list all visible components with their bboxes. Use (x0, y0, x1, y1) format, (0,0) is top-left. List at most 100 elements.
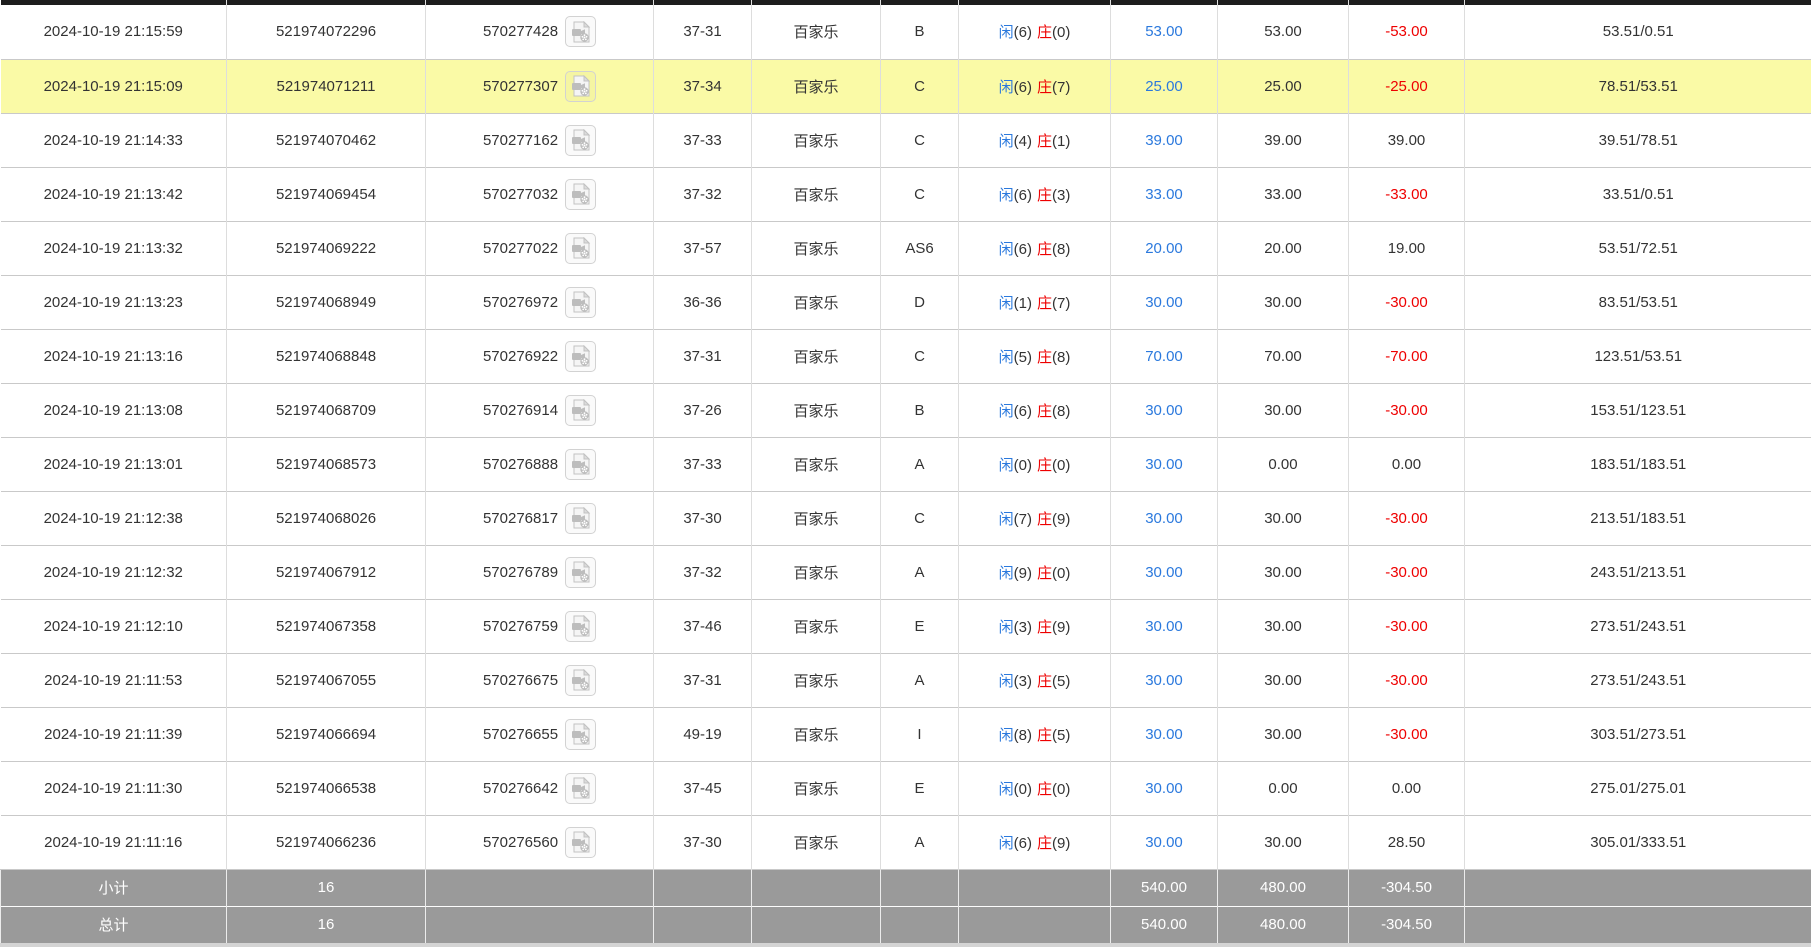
video-replay-button[interactable] (565, 233, 596, 264)
video-file-icon (571, 345, 591, 367)
video-replay-button[interactable] (565, 773, 596, 804)
valid-amount-cell: 30.00 (1218, 815, 1349, 869)
video-replay-button[interactable] (565, 665, 596, 696)
balance-cell: 275.01/275.01 (1465, 761, 1811, 815)
player-label: 闲 (999, 349, 1014, 366)
video-replay-button[interactable] (565, 287, 596, 318)
bet-amount-cell[interactable]: 25.00 (1111, 59, 1218, 113)
bet-amount-cell[interactable]: 30.00 (1111, 599, 1218, 653)
bet-amount-cell[interactable]: 30.00 (1111, 275, 1218, 329)
bet-id-cell: 521974066538 (227, 761, 426, 815)
table-code-cell: AS6 (881, 221, 959, 275)
table-code-cell: I (881, 707, 959, 761)
total-winloss-cell: -304.50 (1349, 906, 1465, 943)
video-replay-button[interactable] (565, 719, 596, 750)
video-replay-button[interactable] (565, 395, 596, 426)
subtotal-valid-cell: 480.00 (1218, 869, 1349, 906)
result-cell: 闲(6)庄(8) (959, 221, 1111, 275)
bet-amount-cell[interactable]: 30.00 (1111, 815, 1218, 869)
table-row[interactable]: 2024-10-19 21:13:32521974069222570277022… (1, 221, 1811, 275)
result-cell: 闲(7)庄(9) (959, 491, 1111, 545)
bet-amount-cell[interactable]: 30.00 (1111, 383, 1218, 437)
table-row[interactable]: 2024-10-19 21:15:09521974071211570277307… (1, 59, 1811, 113)
subtotal-empty-cell (654, 869, 752, 906)
game-number-wrap: 570276675 (483, 665, 596, 696)
table-row[interactable]: 2024-10-19 21:13:08521974068709570276914… (1, 383, 1811, 437)
banker-count: (8) (1052, 241, 1070, 258)
video-replay-button[interactable] (565, 611, 596, 642)
player-label: 闲 (999, 24, 1014, 41)
result-cell: 闲(0)庄(0) (959, 761, 1111, 815)
table-row[interactable]: 2024-10-19 21:11:16521974066236570276560… (1, 815, 1811, 869)
player-label: 闲 (999, 673, 1014, 690)
player-count: (0) (1014, 457, 1032, 474)
video-replay-button[interactable] (565, 341, 596, 372)
bet-amount-cell[interactable]: 30.00 (1111, 761, 1218, 815)
game-number-cell: 570276972 (426, 275, 654, 329)
player-label: 闲 (999, 565, 1014, 582)
player-count: (4) (1014, 133, 1032, 150)
banker-label: 庄 (1037, 835, 1052, 852)
banker-count: (1) (1052, 133, 1070, 150)
game-number-wrap: 570276817 (483, 503, 596, 534)
video-file-icon (571, 75, 591, 97)
bet-id-cell: 521974066694 (227, 707, 426, 761)
player-count: (3) (1014, 619, 1032, 636)
player-label: 闲 (999, 781, 1014, 798)
table-row[interactable]: 2024-10-19 21:12:32521974067912570276789… (1, 545, 1811, 599)
video-file-icon (571, 183, 591, 205)
bet-amount-cell[interactable]: 30.00 (1111, 491, 1218, 545)
table-row[interactable]: 2024-10-19 21:12:10521974067358570276759… (1, 599, 1811, 653)
valid-amount-cell: 25.00 (1218, 59, 1349, 113)
video-file-icon (571, 129, 591, 151)
table-row[interactable]: 2024-10-19 21:11:30521974066538570276642… (1, 761, 1811, 815)
video-replay-button[interactable] (565, 449, 596, 480)
bet-amount-cell[interactable]: 70.00 (1111, 329, 1218, 383)
shoe-round-cell: 37-30 (654, 815, 752, 869)
table-row[interactable]: 2024-10-19 21:12:38521974068026570276817… (1, 491, 1811, 545)
game-type-cell: 百家乐 (752, 761, 881, 815)
table-row[interactable]: 2024-10-19 21:14:33521974070462570277162… (1, 113, 1811, 167)
table-row[interactable]: 2024-10-19 21:13:01521974068573570276888… (1, 437, 1811, 491)
banker-label: 庄 (1037, 295, 1052, 312)
bet-id-cell: 521974067358 (227, 599, 426, 653)
bet-amount-cell[interactable]: 53.00 (1111, 5, 1218, 59)
player-label: 闲 (999, 727, 1014, 744)
game-number-wrap: 570277162 (483, 125, 596, 156)
player-count: (9) (1014, 565, 1032, 582)
table-row[interactable]: 2024-10-19 21:11:39521974066694570276655… (1, 707, 1811, 761)
table-row[interactable]: 2024-10-19 21:15:59521974072296570277428… (1, 5, 1811, 59)
video-replay-button[interactable] (565, 16, 596, 47)
bet-amount-cell[interactable]: 30.00 (1111, 437, 1218, 491)
shoe-round-cell: 37-34 (654, 59, 752, 113)
bet-id-cell: 521974067912 (227, 545, 426, 599)
total-count-cell: 16 (227, 906, 426, 943)
player-count: (6) (1014, 835, 1032, 852)
video-replay-button[interactable] (565, 179, 596, 210)
player-label: 闲 (999, 511, 1014, 528)
subtotal-empty-cell (881, 869, 959, 906)
bet-amount-cell[interactable]: 20.00 (1111, 221, 1218, 275)
bet-amount-cell[interactable]: 39.00 (1111, 113, 1218, 167)
video-replay-button[interactable] (565, 71, 596, 102)
bet-amount-cell[interactable]: 33.00 (1111, 167, 1218, 221)
game-number-wrap: 570277307 (483, 71, 596, 102)
table-row[interactable]: 2024-10-19 21:11:53521974067055570276675… (1, 653, 1811, 707)
video-replay-button[interactable] (565, 827, 596, 858)
result-cell: 闲(6)庄(0) (959, 5, 1111, 59)
banker-label: 庄 (1037, 619, 1052, 636)
table-code-cell: A (881, 815, 959, 869)
win-loss-cell: 0.00 (1349, 761, 1465, 815)
bet-amount-cell[interactable]: 30.00 (1111, 545, 1218, 599)
video-replay-button[interactable] (565, 125, 596, 156)
game-number-wrap: 570277428 (483, 16, 596, 47)
video-replay-button[interactable] (565, 557, 596, 588)
table-row[interactable]: 2024-10-19 21:13:23521974068949570276972… (1, 275, 1811, 329)
balance-cell: 183.51/183.51 (1465, 437, 1811, 491)
game-number-cell: 570276914 (426, 383, 654, 437)
table-row[interactable]: 2024-10-19 21:13:42521974069454570277032… (1, 167, 1811, 221)
video-replay-button[interactable] (565, 503, 596, 534)
bet-amount-cell[interactable]: 30.00 (1111, 707, 1218, 761)
bet-amount-cell[interactable]: 30.00 (1111, 653, 1218, 707)
table-row[interactable]: 2024-10-19 21:13:16521974068848570276922… (1, 329, 1811, 383)
